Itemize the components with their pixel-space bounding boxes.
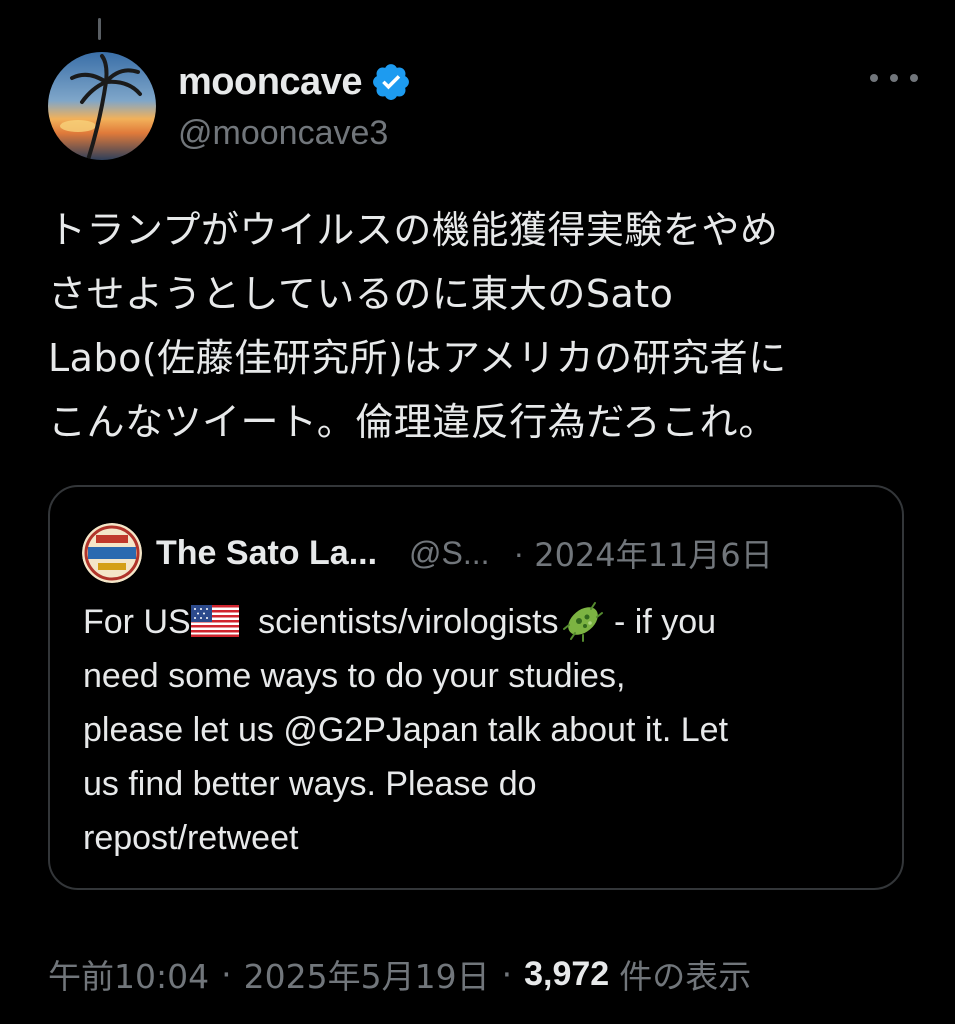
palm-sunset-avatar-image (48, 52, 156, 160)
quoted-author-avatar[interactable] (82, 523, 142, 583)
views-count[interactable]: 3,972 (524, 955, 609, 994)
quoted-text-line: For US scientists/virologists - if you (83, 595, 883, 649)
quoted-author-display-name[interactable]: The Sato La... (156, 534, 377, 573)
separator-dot: · (513, 534, 525, 571)
views-label: 件の表示 (619, 957, 752, 996)
quoted-tweet-date[interactable]: 2024年11月6日 (534, 530, 773, 576)
quoted-tweet-header: The Sato La... @S... · 2024年11月6日 (82, 523, 773, 583)
quoted-text-line: repost/retweet (83, 819, 299, 857)
quoted-text-segment: For US (83, 603, 191, 641)
more-options-icon[interactable] (870, 66, 918, 90)
verified-badge-icon (370, 61, 412, 103)
separator-dot: · (221, 954, 232, 994)
quoted-text-segment: - if you (604, 603, 717, 641)
microbe-icon (561, 599, 605, 643)
quoted-author-handle[interactable]: @S... (409, 535, 490, 572)
tweet-text: トランプがウイルスの機能獲得実験をやめ させようとしているのに東大のSato L… (48, 198, 918, 454)
tweet-text-line: Labo(佐藤佳研究所)はアメリカの研究者に (48, 336, 787, 380)
us-flag-icon (190, 599, 239, 637)
thread-connector-line (98, 18, 101, 40)
separator-dot: · (501, 954, 513, 994)
quoted-text-segment: scientists/virologists (248, 603, 559, 641)
author-handle[interactable]: @mooncave3 (178, 114, 412, 153)
author-names: mooncave @mooncave3 (178, 60, 412, 153)
quoted-tweet-card[interactable]: The Sato La... @S... · 2024年11月6日 For US… (48, 485, 904, 890)
tweet-text-line: トランプがウイルスの機能獲得実験をやめ (48, 208, 779, 252)
sato-lab-logo-image (82, 523, 142, 583)
tweet-footer: 午前10:04 · 2025年5月19日 · 3,972 件の表示 (48, 950, 751, 998)
tweet-time[interactable]: 午前10:04 (48, 950, 209, 998)
quoted-tweet-text: For US scientists/virologists - if you n… (83, 595, 883, 865)
quoted-text-line: need some ways to do your studies, (83, 657, 626, 695)
quoted-text-line: please let us @G2PJapan talk about it. L… (83, 711, 729, 749)
author-display-name[interactable]: mooncave (178, 61, 362, 104)
quoted-text-line: us find better ways. Please do (83, 765, 537, 803)
tweet-text-line: させようとしているのに東大のSato (48, 272, 674, 316)
tweet-text-line: こんなツイート。倫理違反行為だろこれ。 (48, 400, 777, 444)
tweet-date[interactable]: 2025年5月19日 (244, 950, 490, 998)
tweet-header: mooncave @mooncave3 (48, 52, 918, 162)
avatar[interactable] (48, 52, 156, 160)
